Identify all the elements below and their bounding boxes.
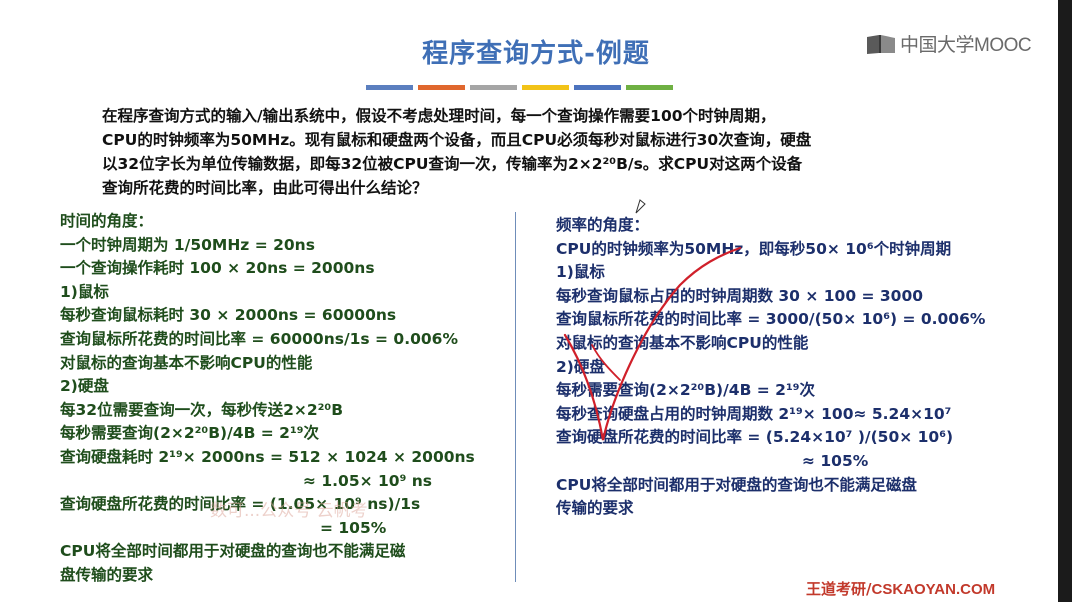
right-line: 每秒查询硬盘占用的时钟周期数 2¹⁹× 100≈ 5.24×10⁷ [556, 404, 952, 423]
slide: 程序查询方式-例题 中国大学MOOC 在程序查询方式的输入/输出系统中，假设不考… [0, 0, 1072, 602]
footer-brand-cn: 王道考研/ [806, 580, 872, 598]
left-line: 一个时钟周期为 1/50MHz = 20ns [60, 235, 315, 254]
right-line: 查询鼠标所花费的时间比率 = 3000/(50× 10⁶) = 0.006% [556, 310, 986, 329]
footer-site: CSKAOYAN.COM [871, 581, 996, 598]
title-color-bars [366, 85, 673, 90]
left-column-time-perspective: 时间的角度： 一个时钟周期为 1/50MHz = 20ns 一个查询操作耗时 1… [60, 210, 510, 588]
question-line: 以32位字长为单位传输数据，即每32位被CPU查询一次，传输率为2×2²⁰B/s… [102, 155, 803, 173]
color-bar [470, 85, 517, 90]
question-line: 在程序查询方式的输入/输出系统中，假设不考虑处理时间，每一个查询操作需要100个… [102, 107, 776, 125]
right-line: 传输的要求 [556, 499, 634, 518]
right-line: 对鼠标的查询基本不影响CPU的性能 [556, 333, 809, 352]
left-line: 对鼠标的查询基本不影响CPU的性能 [60, 353, 313, 372]
footer-brand: 王道考研/CSKAOYAN.COM [806, 578, 995, 599]
left-line: 1)鼠标 [60, 282, 109, 301]
color-bar [366, 85, 413, 90]
right-line: ≈ 105% [802, 451, 869, 470]
question-line: CPU的时钟频率为50MHz。现有鼠标和硬盘两个设备，而且CPU必须每秒对鼠标进… [102, 131, 812, 149]
mooc-book-icon [867, 34, 895, 54]
column-divider [515, 212, 516, 582]
left-line: 查询鼠标所花费的时间比率 = 60000ns/1s = 0.006% [60, 329, 458, 348]
mooc-logo: 中国大学MOOC [866, 30, 1032, 57]
pen-cursor-icon [635, 199, 646, 214]
left-line: 盘传输的要求 [60, 565, 154, 584]
right-line: 每秒需要查询(2×2²⁰B)/4B = 2¹⁹次 [556, 381, 816, 400]
window-edge [1058, 0, 1072, 602]
right-line: 查询硬盘所花费的时间比率 = (5.24×10⁷ )/(50× 10⁶) [556, 428, 954, 447]
color-bar [418, 85, 465, 90]
left-line: 查询硬盘耗时 2¹⁹× 2000ns = 512 × 1024 × 2000ns [60, 447, 475, 466]
left-line: 2)硬盘 [60, 377, 109, 396]
right-line: 2)硬盘 [556, 357, 605, 376]
color-bar [626, 85, 673, 90]
right-column-frequency-perspective: 频率的角度： CPU的时钟频率为50MHz，即每秒50× 10⁶个时钟周期 1)… [556, 214, 1046, 521]
left-line: 每32位需要查询一次，每秒传送2×2²⁰B [60, 400, 344, 419]
logo-text: 中国大学MOOC [900, 35, 1032, 56]
right-heading: 频率的角度： [556, 216, 650, 234]
right-line: CPU将全部时间都用于对硬盘的查询也不能满足磁盘 [556, 475, 917, 494]
right-line: CPU的时钟频率为50MHz，即每秒50× 10⁶个时钟周期 [556, 239, 952, 258]
watermark: 数可...公众号 云帆考 [210, 501, 368, 521]
question-line: 查询所花费的时间比率，由此可得出什么结论？ [102, 179, 428, 197]
left-line: 每秒查询鼠标耗时 30 × 2000ns = 60000ns [60, 306, 397, 325]
color-bar [574, 85, 621, 90]
left-heading: 时间的角度： [60, 212, 154, 230]
left-line: 一个查询操作耗时 100 × 20ns = 2000ns [60, 259, 375, 278]
left-line: CPU将全部时间都用于对硬盘的查询也不能满足磁 [60, 542, 406, 561]
left-line: 每秒需要查询(2×2²⁰B)/4B = 2¹⁹次 [60, 424, 320, 443]
left-line: ≈ 1.05× 10⁹ ns [303, 471, 433, 490]
question-text: 在程序查询方式的输入/输出系统中，假设不考虑处理时间，每一个查询操作需要100个… [102, 104, 982, 200]
right-line: 每秒查询鼠标占用的时钟周期数 30 × 100 = 3000 [556, 286, 924, 305]
color-bar [522, 85, 569, 90]
right-line: 1)鼠标 [556, 263, 605, 282]
